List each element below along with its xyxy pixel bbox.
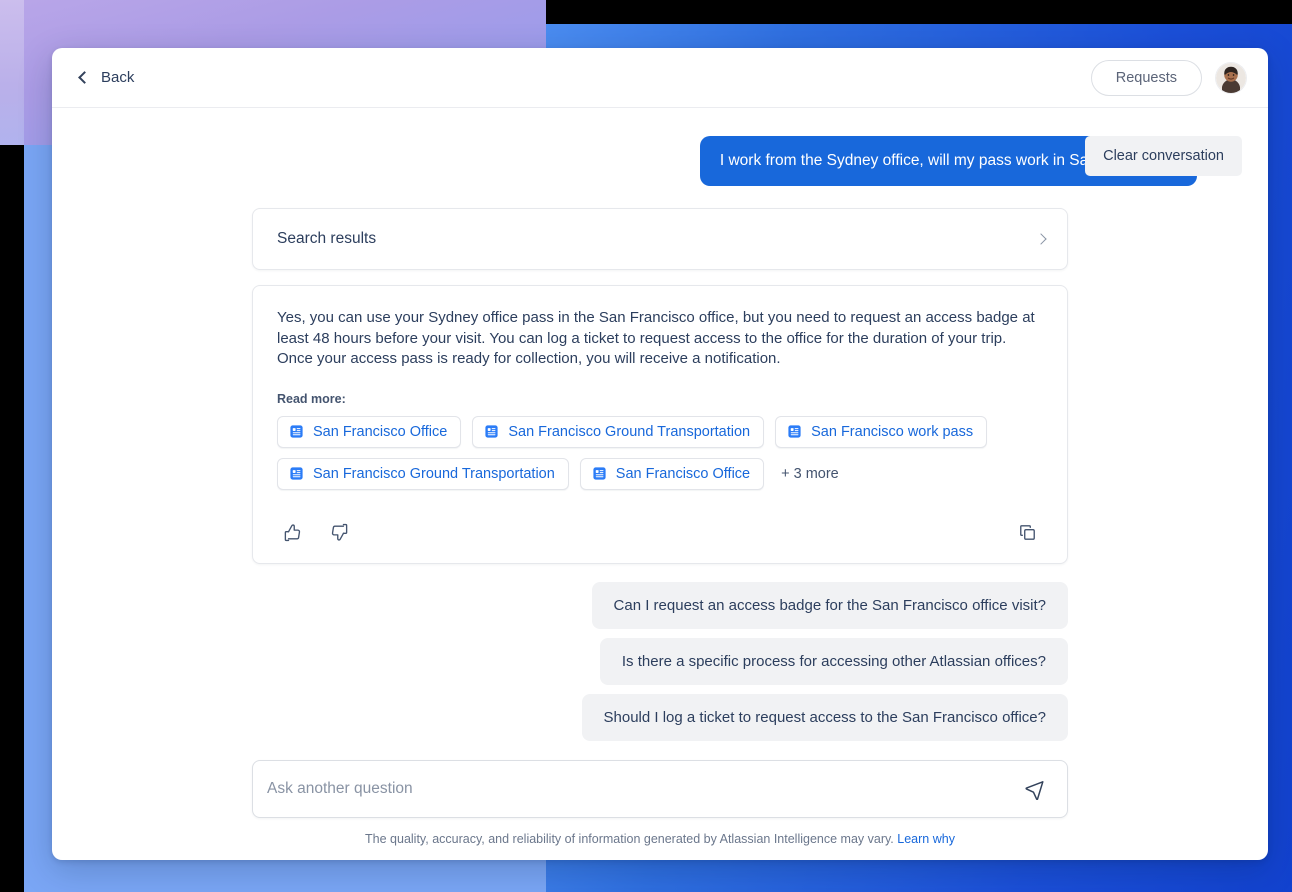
thumbs-down-button[interactable] — [324, 518, 355, 547]
confluence-page-icon — [593, 467, 606, 480]
source-chip-label: San Francisco work pass — [811, 423, 974, 440]
answer-text: Yes, you can use your Sydney office pass… — [277, 309, 1035, 367]
user-avatar-icon — [1216, 62, 1246, 93]
window-header: Back Requests — [52, 48, 1268, 108]
assistant-cards: Search results Yes, you can use your Syd… — [252, 208, 1068, 741]
source-chip-row-2: San Francisco Ground Transportation San … — [277, 457, 1043, 490]
confluence-page-icon — [290, 467, 303, 480]
copy-icon — [1020, 524, 1035, 540]
chevron-left-icon — [78, 71, 91, 84]
source-chip-label: San Francisco Ground Transportation — [313, 465, 555, 482]
suggested-question[interactable]: Should I log a ticket to request access … — [581, 693, 1068, 741]
confluence-page-icon — [485, 425, 498, 438]
copy-button[interactable] — [1012, 518, 1043, 547]
search-results-card[interactable]: Search results — [252, 208, 1068, 270]
send-button[interactable] — [1020, 775, 1049, 804]
composer-area: The quality, accuracy, and reliability o… — [52, 760, 1268, 860]
read-more-label: Read more: — [277, 391, 346, 406]
background-purple-edge — [0, 0, 24, 145]
disclaimer-text: The quality, accuracy, and reliability o… — [365, 832, 894, 846]
conversation-body: Clear conversation I work from the Sydne… — [52, 108, 1268, 760]
confluence-page-icon — [290, 425, 303, 438]
source-chip-label: San Francisco Ground Transportation — [508, 423, 751, 440]
back-button[interactable]: Back — [76, 64, 138, 91]
question-input[interactable] — [267, 780, 1020, 798]
more-sources-button[interactable]: + 3 more — [775, 459, 845, 489]
requests-button[interactable]: Requests — [1090, 59, 1202, 96]
user-message-row: I work from the Sydney office, will my p… — [78, 136, 1242, 186]
confluence-page-icon — [788, 425, 801, 438]
source-chip[interactable]: San Francisco work pass — [775, 415, 988, 448]
source-chip[interactable]: San Francisco Office — [579, 457, 765, 490]
avatar[interactable] — [1216, 62, 1246, 93]
answer-actions — [277, 518, 1043, 547]
back-button-label: Back — [101, 69, 135, 86]
source-chip[interactable]: San Francisco Ground Transportation — [277, 457, 569, 490]
background-black-top-bar — [546, 0, 1292, 24]
header-actions: Requests — [1090, 59, 1246, 96]
suggested-question[interactable]: Is there a specific process for accessin… — [599, 637, 1068, 685]
source-chip-label: San Francisco Office — [615, 465, 751, 482]
disclaimer: The quality, accuracy, and reliability o… — [78, 832, 1242, 846]
suggested-questions: Can I request an access badge for the Sa… — [252, 581, 1068, 741]
source-chip[interactable]: San Francisco Ground Transportation — [472, 415, 765, 448]
search-results-title: Search results — [277, 230, 377, 247]
answer-card: Yes, you can use your Sydney office pass… — [252, 285, 1068, 564]
learn-why-link[interactable]: Learn why — [897, 832, 955, 846]
clear-conversation-button[interactable]: Clear conversation — [1085, 136, 1242, 176]
assistant-window: Back Requests Clear conversation I work … — [52, 48, 1268, 860]
thumbs-up-icon — [284, 523, 301, 541]
chevron-right-icon — [1035, 233, 1047, 245]
source-chip[interactable]: San Francisco Office — [277, 415, 462, 448]
source-chip-row-1: San Francisco Office San Francisco Groun… — [277, 415, 1043, 448]
thumbs-down-icon — [331, 523, 348, 541]
composer — [252, 760, 1068, 818]
send-icon — [1025, 780, 1044, 800]
thumbs-up-button[interactable] — [277, 518, 308, 547]
background-black-left-bar — [0, 145, 24, 892]
source-chip-label: San Francisco Office — [313, 423, 448, 440]
suggested-question[interactable]: Can I request an access badge for the Sa… — [591, 581, 1068, 629]
